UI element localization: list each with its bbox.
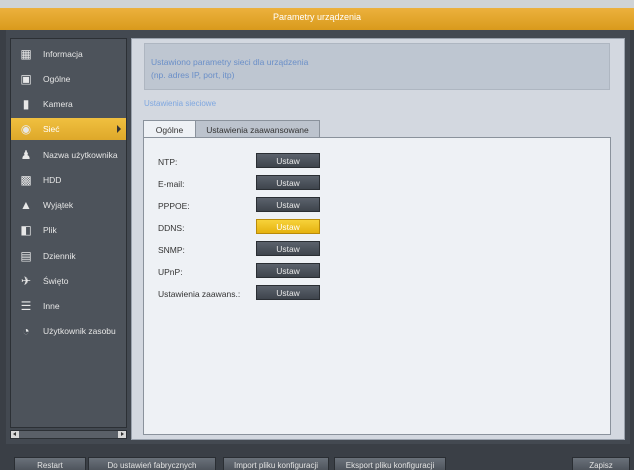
sidebar-item-siec[interactable]: ◉ Sieć — [11, 118, 126, 140]
sidebar-item-label: Sieć — [43, 124, 60, 134]
camera-icon: ▮ — [22, 97, 30, 111]
email-set-button[interactable]: Ustaw — [256, 175, 320, 190]
resource-user-icon: ◔ — [22, 324, 30, 338]
factory-defaults-button[interactable]: Do ustawień fabrycznych — [88, 457, 216, 470]
sidebar-item-label: Użytkownik zasobu — [43, 326, 116, 336]
file-icon: ◧ — [20, 223, 32, 237]
tab-ustawienia-zaawansowane[interactable]: Ustawienia zaawansowane — [196, 120, 320, 138]
export-config-button[interactable]: Eksport pliku konfiguracji — [334, 457, 446, 470]
hdd-icon: ▩ — [20, 173, 32, 187]
pppoe-label: PPPOE: — [158, 201, 190, 211]
sidebar-item-wyjatek[interactable]: ▲ Wyjątek — [11, 194, 126, 216]
sidebar: ▦ Informacja ▣ Ogólne ▮ Kamera ◉ Sieć ♟ … — [10, 38, 127, 428]
snmp-set-button[interactable]: Ustaw — [256, 241, 320, 256]
warning-icon: ▲ — [20, 198, 32, 212]
advanced-set-button[interactable]: Ustaw — [256, 285, 320, 300]
other-icon: ☰ — [20, 299, 32, 313]
upnp-label: UPnP: — [158, 267, 183, 277]
general-icon: ▣ — [20, 72, 32, 86]
sidebar-item-label: Dziennik — [43, 251, 76, 261]
sidebar-item-label: Informacja — [43, 49, 83, 59]
scroll-left-icon[interactable] — [11, 431, 19, 438]
snmp-label: SNMP: — [158, 245, 185, 255]
settings-panel: NTP: Ustaw E-mail: Ustaw PPPOE: Ustaw DD… — [143, 137, 611, 435]
advanced-label: Ustawienia zaawans.: — [158, 289, 241, 299]
sidebar-item-hdd[interactable]: ▩ HDD — [11, 169, 126, 191]
sidebar-item-dziennik[interactable]: ▤ Dziennik — [11, 245, 126, 267]
restart-button[interactable]: Restart — [14, 457, 86, 470]
sidebar-item-informacja[interactable]: ▦ Informacja — [11, 43, 126, 65]
ntp-set-button[interactable]: Ustaw — [256, 153, 320, 168]
sidebar-item-inne[interactable]: ☰ Inne — [11, 295, 126, 317]
pppoe-set-button[interactable]: Ustaw — [256, 197, 320, 212]
email-label: E-mail: — [158, 179, 185, 189]
sidebar-item-label: Wyjątek — [43, 200, 74, 210]
sidebar-item-uzytkownik-zasobu[interactable]: ◔ Użytkownik zasobu — [11, 320, 126, 342]
sidebar-item-label: Ogólne — [43, 74, 71, 84]
title-bar: Parametry urządzenia — [0, 0, 634, 30]
chevron-right-icon — [117, 125, 121, 133]
sidebar-item-plik[interactable]: ◧ Plik — [11, 219, 126, 241]
save-button[interactable]: Zapisz — [572, 457, 630, 470]
info-text: Ustawiono parametry sieci dla urządzenia — [151, 57, 309, 67]
info-text: (np. adres IP, port, itp) — [151, 70, 235, 80]
holiday-icon: ✈ — [20, 274, 32, 288]
import-config-button[interactable]: Import pliku konfiguracji — [223, 457, 329, 470]
sidebar-item-swieto[interactable]: ✈ Święto — [11, 270, 126, 292]
sidebar-item-label: Kamera — [43, 99, 73, 109]
user-icon: ♟ — [20, 148, 32, 162]
sidebar-item-ogolne[interactable]: ▣ Ogólne — [11, 68, 126, 90]
window-title: Parametry urządzenia — [272, 12, 362, 22]
network-icon: ◉ — [20, 122, 32, 136]
info-box: Ustawiono parametry sieci dla urządzenia… — [144, 43, 610, 90]
sidebar-item-nazwa-uzytkownika[interactable]: ♟ Nazwa użytkownika — [11, 144, 126, 166]
section-label: Ustawienia sieciowe — [144, 99, 217, 108]
upnp-set-button[interactable]: Ustaw — [256, 263, 320, 278]
sidebar-item-label: Święto — [43, 276, 69, 286]
sidebar-item-label: Nazwa użytkownika — [43, 150, 118, 160]
footer-bar: Restart Do ustawień fabrycznych Import p… — [0, 445, 634, 470]
log-icon: ▤ — [20, 249, 32, 263]
ddns-set-button[interactable]: Ustaw — [256, 219, 320, 234]
sidebar-item-kamera[interactable]: ▮ Kamera — [11, 93, 126, 115]
scroll-right-icon[interactable] — [118, 431, 126, 438]
tab-ogolne[interactable]: Ogólne — [143, 120, 196, 138]
sidebar-item-label: HDD — [43, 175, 62, 185]
ddns-label: DDNS: — [158, 223, 185, 233]
ntp-label: NTP: — [158, 157, 178, 167]
sidebar-item-label: Inne — [43, 301, 60, 311]
info-icon: ▦ — [20, 47, 32, 61]
sidebar-item-label: Plik — [43, 225, 57, 235]
sidebar-scrollbar[interactable] — [10, 430, 127, 439]
